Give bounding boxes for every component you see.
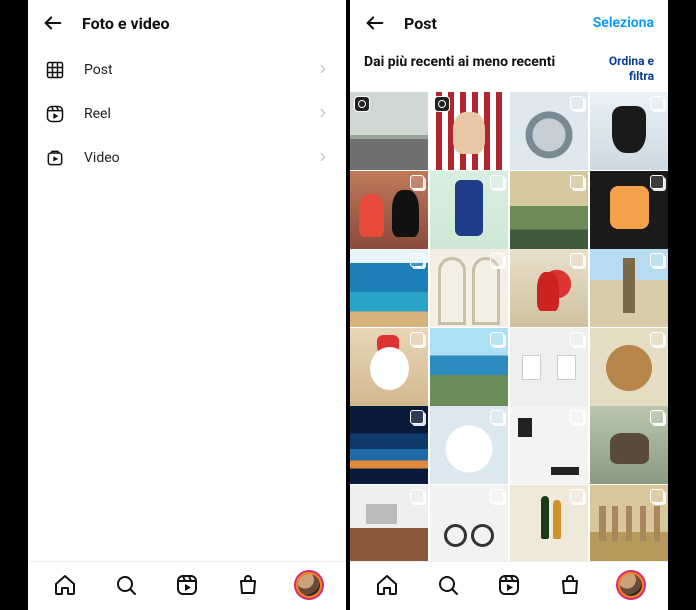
multi-icon: [650, 332, 664, 346]
category-list: Post Reel Video: [28, 44, 346, 184]
bottom-nav: [28, 561, 346, 610]
chevron-right-icon: [316, 105, 330, 124]
post-grid: [350, 92, 668, 561]
multi-icon: [490, 175, 504, 189]
camera-icon: [434, 96, 450, 112]
post-thumbnail[interactable]: [590, 171, 668, 249]
search-icon[interactable]: [113, 572, 139, 598]
post-thumbnail[interactable]: [350, 328, 428, 406]
multi-icon: [410, 332, 424, 346]
multi-icon: [490, 410, 504, 424]
camera-icon: [354, 96, 370, 112]
post-thumbnail[interactable]: [430, 249, 508, 327]
multi-icon: [410, 489, 424, 503]
multi-icon: [570, 489, 584, 503]
header: Foto e video: [28, 0, 346, 44]
post-thumbnail[interactable]: [590, 92, 668, 170]
post-thumbnail[interactable]: [510, 485, 588, 562]
row-label: Post: [84, 62, 298, 78]
multi-icon: [570, 410, 584, 424]
reels-icon[interactable]: [174, 572, 200, 598]
post-thumbnail[interactable]: [590, 485, 668, 562]
post-thumbnail[interactable]: [430, 485, 508, 562]
subheader: Dai più recenti ai meno recenti Ordina e…: [350, 44, 668, 92]
post-thumbnail[interactable]: [510, 92, 588, 170]
back-icon[interactable]: [364, 12, 386, 34]
multi-icon: [650, 489, 664, 503]
multi-icon: [570, 332, 584, 346]
post-thumbnail[interactable]: [510, 406, 588, 484]
page-title: Post: [404, 14, 575, 33]
row-label: Video: [84, 150, 298, 166]
multi-icon: [490, 332, 504, 346]
post-thumbnail[interactable]: [590, 406, 668, 484]
multi-icon: [410, 175, 424, 189]
multi-icon: [650, 253, 664, 267]
post-thumbnail[interactable]: [590, 249, 668, 327]
post-thumbnail[interactable]: [430, 171, 508, 249]
page-title: Foto e video: [82, 14, 332, 33]
header: Post Seleziona: [350, 0, 668, 44]
select-action[interactable]: Seleziona: [593, 15, 654, 31]
post-thumbnail[interactable]: [590, 328, 668, 406]
row-label: Reel: [84, 106, 298, 122]
multi-icon: [570, 253, 584, 267]
shop-icon[interactable]: [235, 572, 261, 598]
back-icon[interactable]: [42, 12, 64, 34]
post-thumbnail[interactable]: [350, 485, 428, 562]
post-thumbnail[interactable]: [350, 92, 428, 170]
post-thumbnail[interactable]: [510, 328, 588, 406]
profile-avatar[interactable]: [618, 572, 644, 598]
multi-icon: [650, 410, 664, 424]
multi-icon: [410, 253, 424, 267]
shop-icon[interactable]: [557, 572, 583, 598]
multi-icon: [650, 96, 664, 110]
post-thumbnail[interactable]: [430, 406, 508, 484]
multi-icon: [570, 96, 584, 110]
sort-description: Dai più recenti ai meno recenti: [364, 54, 599, 72]
bottom-nav: [350, 561, 668, 610]
post-thumbnail[interactable]: [350, 171, 428, 249]
post-thumbnail[interactable]: [510, 249, 588, 327]
row-post[interactable]: Post: [28, 48, 346, 92]
chevron-right-icon: [316, 149, 330, 168]
home-icon[interactable]: [52, 572, 78, 598]
multi-icon: [490, 489, 504, 503]
search-icon[interactable]: [435, 572, 461, 598]
multi-icon: [650, 175, 664, 189]
home-icon[interactable]: [374, 572, 400, 598]
post-thumbnail[interactable]: [430, 92, 508, 170]
row-reel[interactable]: Reel: [28, 92, 346, 136]
multi-icon: [490, 253, 504, 267]
post-thumbnail[interactable]: [430, 328, 508, 406]
post-thumbnail[interactable]: [350, 249, 428, 327]
sort-filter-link[interactable]: Ordina e filtra: [609, 54, 654, 84]
profile-avatar[interactable]: [296, 572, 322, 598]
screen-post-grid: Post Seleziona Dai più recenti ai meno r…: [350, 0, 668, 610]
post-thumbnail[interactable]: [510, 171, 588, 249]
grid-icon: [44, 60, 66, 80]
chevron-right-icon: [316, 61, 330, 80]
multi-icon: [410, 410, 424, 424]
reel-icon: [44, 104, 66, 124]
row-video[interactable]: Video: [28, 136, 346, 180]
screen-foto-e-video: Foto e video Post Reel Video: [28, 0, 346, 610]
post-thumbnail[interactable]: [350, 406, 428, 484]
video-icon: [44, 148, 66, 168]
reels-icon[interactable]: [496, 572, 522, 598]
multi-icon: [570, 175, 584, 189]
